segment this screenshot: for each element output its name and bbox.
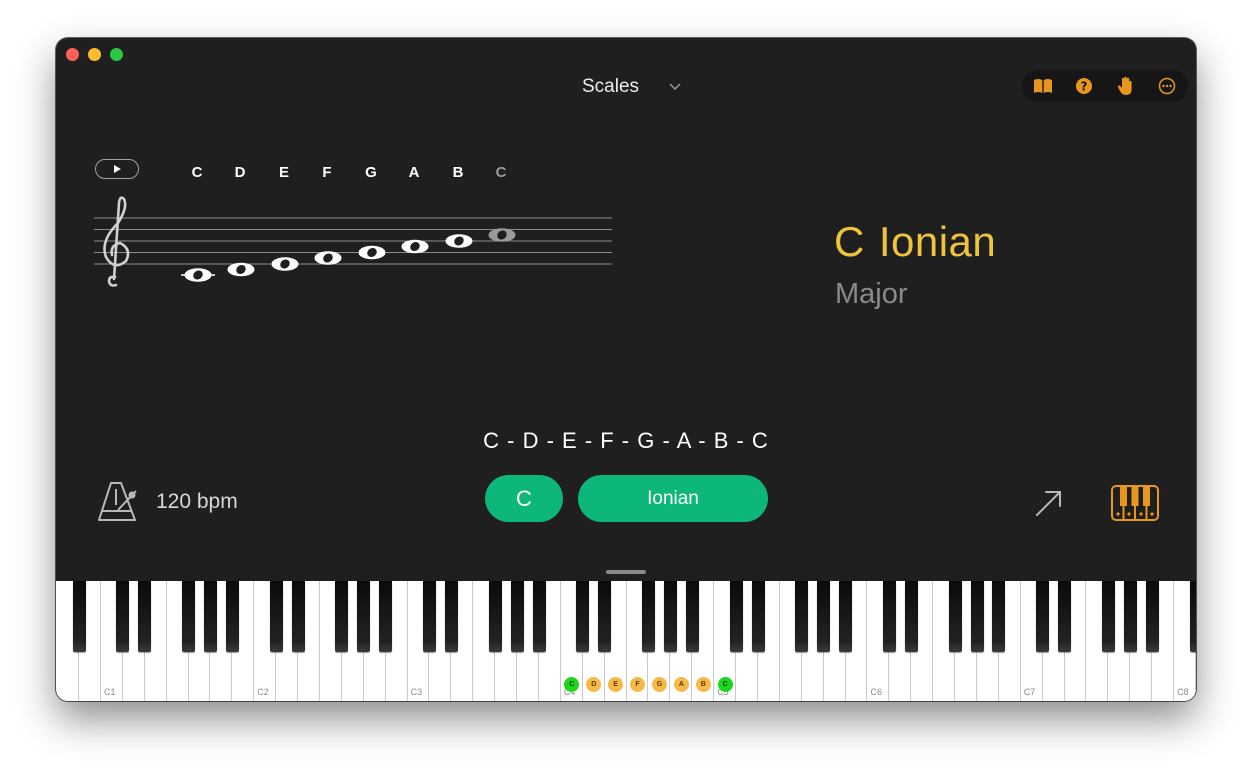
black-key[interactable] [138,581,152,652]
black-key[interactable] [795,581,809,652]
black-key[interactable] [948,581,962,652]
tempo-label[interactable]: 120 bpm [156,490,238,514]
treble-clef-icon [103,196,130,287]
octave-label: C1 [104,687,116,697]
mode-select-button[interactable]: Ionian [578,475,768,522]
maximize-window-button[interactable] [110,48,123,61]
scale-note-dot: B [695,677,711,692]
black-key[interactable] [598,581,612,652]
black-key[interactable] [1123,581,1137,652]
black-key[interactable] [1189,581,1196,652]
scale-root: C [834,218,865,265]
black-key[interactable] [882,581,896,652]
note-name-label: B [452,164,464,181]
black-key[interactable] [116,581,130,652]
black-key[interactable] [357,581,371,652]
black-key[interactable] [1145,581,1159,652]
octave-label: C3 [410,687,423,697]
black-key[interactable] [423,581,436,652]
black-key[interactable] [904,581,918,652]
metronome-icon[interactable] [96,481,142,523]
black-key[interactable] [729,581,743,652]
music-staff [94,196,612,287]
octave-label: C6 [870,687,883,697]
help-icon[interactable]: ? [1074,76,1094,96]
hand-icon[interactable] [1116,76,1136,96]
black-key[interactable] [817,581,831,652]
note-name-label: G [365,164,377,181]
black-key[interactable] [663,581,677,652]
toolbar-group: ? [1022,70,1188,102]
close-window-button[interactable] [66,48,79,61]
panel-drag-handle[interactable] [606,570,646,574]
note-name-label: C [495,164,507,181]
black-key[interactable] [335,581,349,652]
note-name-label: F [322,164,332,181]
black-key[interactable] [269,581,283,652]
mode-dropdown-label: Scales [582,76,640,97]
expand-arrow-icon[interactable] [1034,488,1064,518]
play-scale-button[interactable] [95,159,139,179]
black-key[interactable] [992,581,1006,652]
black-key[interactable] [444,581,458,652]
black-key[interactable] [642,581,655,652]
key-select-button[interactable]: C [485,475,563,522]
note-name-label: E [278,164,289,181]
octave-label: C2 [257,687,269,697]
svg-text:?: ? [1081,79,1088,93]
book-icon[interactable] [1033,76,1053,96]
piano-keyboard-icon[interactable] [1110,484,1160,522]
scale-note-dot: F [630,677,646,692]
black-key[interactable] [685,581,699,652]
note-name-label: A [408,164,420,181]
black-key[interactable] [1036,581,1050,652]
black-key[interactable] [970,581,984,652]
black-key[interactable] [839,581,853,652]
black-key[interactable] [751,581,765,652]
chevron-down-icon [669,83,681,91]
window-controls [66,48,123,61]
app-window: Scales ? C D E F G A B C C Ionian Major … [56,38,1196,701]
black-key[interactable] [204,581,217,652]
play-icon [114,165,121,173]
more-icon[interactable] [1157,76,1177,96]
note-name-label: D [234,164,246,181]
black-key[interactable] [182,581,196,652]
black-key[interactable] [72,581,86,652]
black-key[interactable] [532,581,546,652]
mode-dropdown[interactable]: Scales [582,76,681,98]
scale-mode: Ionian [878,218,997,265]
black-key[interactable] [379,581,393,652]
scale-title: C Ionian [834,218,996,266]
black-key[interactable] [576,581,590,652]
black-key[interactable] [510,581,524,652]
black-key[interactable] [225,581,239,652]
note-name-label: C [191,164,203,181]
black-key[interactable] [291,581,305,652]
scale-note-dot: G [651,677,667,692]
black-key[interactable] [1058,581,1072,652]
minimize-window-button[interactable] [88,48,101,61]
scale-note-dot: A [673,677,689,692]
octave-label: C8 [1177,687,1189,697]
piano-keyboard[interactable]: C1 C2 C3 C4 C5 C6 C7 C8 C D E F G A B C [56,581,1196,701]
scale-subtitle: Major [835,278,908,310]
black-key[interactable] [1101,581,1115,652]
scale-note-dot: C [717,677,733,692]
octave-label: C7 [1023,687,1036,697]
scale-sequence: C - D - E - F - G - A - B - C [483,428,769,453]
black-key[interactable] [488,581,502,652]
